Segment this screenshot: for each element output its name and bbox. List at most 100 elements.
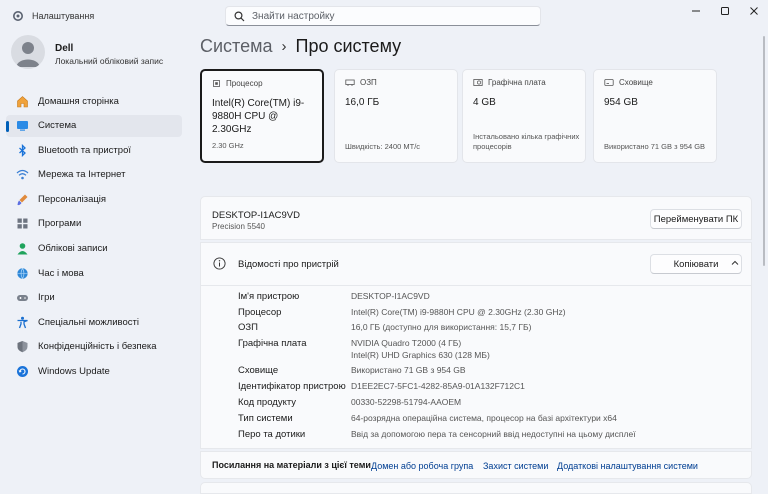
processor-card[interactable]: Процесор Intel(R) Core(TM) i9-9880H CPU …	[200, 69, 324, 163]
divider	[201, 285, 751, 286]
rename-pc-button[interactable]: Перейменувати ПК	[650, 209, 742, 229]
card-heading: Процесор	[226, 79, 263, 88]
sidebar-item-bluetooth[interactable]: Bluetooth та пристрої	[6, 139, 182, 161]
title-bar: Налаштування Знайти настройку	[0, 0, 768, 32]
spec-label: Графічна плата	[238, 338, 307, 349]
card-value: 4 GB	[473, 97, 496, 108]
sidebar-item-label: Ігри	[38, 292, 55, 304]
sidebar-item-network[interactable]: Мережа та Інтернет	[6, 164, 182, 186]
sidebar-item-label: Конфіденційність і безпека	[38, 341, 157, 353]
device-model: Precision 5540	[212, 222, 265, 231]
sidebar-item-gaming[interactable]: Ігри	[6, 287, 182, 309]
sidebar-item-accessibility[interactable]: Спеціальні можливості	[6, 311, 182, 333]
system-icon	[15, 119, 29, 133]
search-icon	[234, 11, 245, 22]
sidebar-item-home[interactable]: Домашня сторінка	[6, 90, 182, 112]
spec-label: Сховище	[238, 365, 279, 376]
user-avatar-icon	[16, 42, 40, 67]
sidebar-item-label: Мережа та Інтернет	[38, 169, 126, 181]
shield-icon	[15, 340, 29, 354]
sidebar-item-label: Облікові записи	[38, 243, 108, 255]
spec-label: Перо та дотики	[238, 429, 306, 440]
scrollbar[interactable]	[763, 36, 765, 266]
gamepad-icon	[15, 291, 29, 305]
sidebar-item-time-language[interactable]: Час і мова	[6, 262, 182, 284]
spec-label: Ім'я пристрою	[238, 291, 300, 302]
spec-value: Intel(R) Core(TM) i9-9880H CPU @ 2.30GHz…	[351, 307, 566, 317]
spec-value: 64-розрядна операційна система, процесор…	[351, 413, 617, 423]
ram-icon	[345, 79, 355, 86]
sidebar-item-label: Програми	[38, 218, 82, 230]
card-heading: ОЗП	[360, 78, 377, 87]
card-heading: Сховище	[619, 78, 653, 87]
cpu-icon	[213, 80, 220, 87]
gpu-icon	[473, 79, 483, 86]
sidebar-item-system[interactable]: Система	[6, 114, 182, 137]
sidebar-item-label: Bluetooth та пристрої	[38, 144, 131, 156]
spec-value: NVIDIA Quadro T2000 (4 ГБ)	[351, 338, 462, 348]
specs-title: Відомості про пристрій	[238, 259, 339, 270]
apps-icon	[15, 217, 29, 231]
sidebar-item-accounts[interactable]: Облікові записи	[6, 238, 182, 260]
sidebar-item-label: Домашня сторінка	[38, 95, 119, 107]
card-heading: Графічна плата	[488, 78, 546, 87]
settings-app-icon	[13, 11, 23, 21]
sidebar: Домашня сторінка Система Bluetooth та пр…	[6, 90, 182, 385]
minimize-icon	[692, 10, 700, 12]
chevron-right-icon: ›	[281, 38, 287, 55]
sidebar-item-label: Система	[38, 120, 77, 132]
link-advanced-system-settings[interactable]: Додаткові налаштування системи	[557, 461, 698, 471]
globe-clock-icon	[15, 266, 29, 280]
spec-value: 16,0 ГБ (доступно для використання: 15,7…	[351, 322, 532, 332]
spec-value: D1EE2EC7-5FC1-4282-85A9-01A132F712C1	[351, 381, 525, 391]
bluetooth-icon	[15, 143, 29, 157]
ram-card[interactable]: ОЗП 16,0 ГБ Швидкість: 2400 MT/с	[334, 69, 458, 163]
card-detail: Інстальовано кілька графічних процесорів	[473, 132, 580, 151]
maximize-button[interactable]	[710, 0, 740, 22]
copy-button[interactable]: Копіювати	[650, 254, 742, 274]
spec-label: Тип системи	[238, 413, 293, 424]
info-icon	[213, 257, 226, 270]
spec-label: Код продукту	[238, 397, 297, 408]
sidebar-item-label: Спеціальні можливості	[38, 316, 139, 328]
spec-value: DESKTOP-I1AC9VD	[351, 291, 430, 301]
storage-icon	[604, 79, 614, 86]
chevron-up-icon[interactable]	[730, 258, 740, 268]
card-value: Intel(R) Core(TM) i9-9880H CPU @ 2.30GHz	[212, 98, 305, 135]
spec-value: 00330-52298-51794-AAOEM	[351, 397, 462, 407]
device-specs-panel: Відомості про пристрій Копіювати Ім'я пр…	[200, 242, 752, 449]
spec-label: Ідентифікатор пристрою	[238, 381, 346, 392]
accounts-icon	[15, 242, 29, 256]
minimize-button[interactable]	[681, 0, 711, 22]
update-icon	[15, 365, 29, 379]
account-type: Локальний обліковий запис	[55, 56, 164, 66]
related-links-title: Посилання на матеріали з цієї теми	[212, 460, 371, 470]
close-button[interactable]	[739, 0, 768, 22]
search-placeholder: Знайти настройку	[252, 11, 335, 22]
device-name-panel: DESKTOP-I1AC9VD Precision 5540 Переймену…	[200, 196, 752, 240]
card-detail: Швидкість: 2400 MT/с	[345, 142, 421, 151]
card-value: 16,0 ГБ	[345, 97, 380, 108]
gpu-card[interactable]: Графічна плата 4 GB Інстальовано кілька …	[462, 69, 586, 163]
sidebar-item-apps[interactable]: Програми	[6, 213, 182, 235]
spec-value: Ввід за допомогою пера та сенсорний ввід…	[351, 429, 636, 439]
avatar[interactable]	[11, 35, 45, 69]
breadcrumb-parent[interactable]: Система	[200, 36, 273, 56]
sidebar-item-privacy[interactable]: Конфіденційність і безпека	[6, 336, 182, 358]
link-system-protection[interactable]: Захист системи	[483, 461, 548, 471]
device-hostname: DESKTOP-I1AC9VD	[212, 210, 300, 221]
search-box[interactable]: Знайти настройку	[225, 6, 541, 26]
home-icon	[15, 94, 29, 108]
sidebar-item-windows-update[interactable]: Windows Update	[6, 361, 182, 383]
page-title: Про систему	[295, 36, 402, 56]
storage-card[interactable]: Сховище 954 GB Використано 71 GB з 954 G…	[593, 69, 717, 163]
next-panel	[200, 482, 752, 494]
spec-label: ОЗП	[238, 322, 258, 333]
sidebar-item-personalization[interactable]: Персоналізація	[6, 188, 182, 210]
link-domain-workgroup[interactable]: Домен або робоча група	[371, 461, 473, 471]
breadcrumb: Система › Про систему	[200, 36, 401, 57]
card-detail: Використано 71 GB з 954 GB	[604, 142, 706, 151]
maximize-icon	[721, 7, 729, 15]
app-title: Налаштування	[32, 11, 95, 21]
user-name: Dell	[55, 43, 74, 54]
